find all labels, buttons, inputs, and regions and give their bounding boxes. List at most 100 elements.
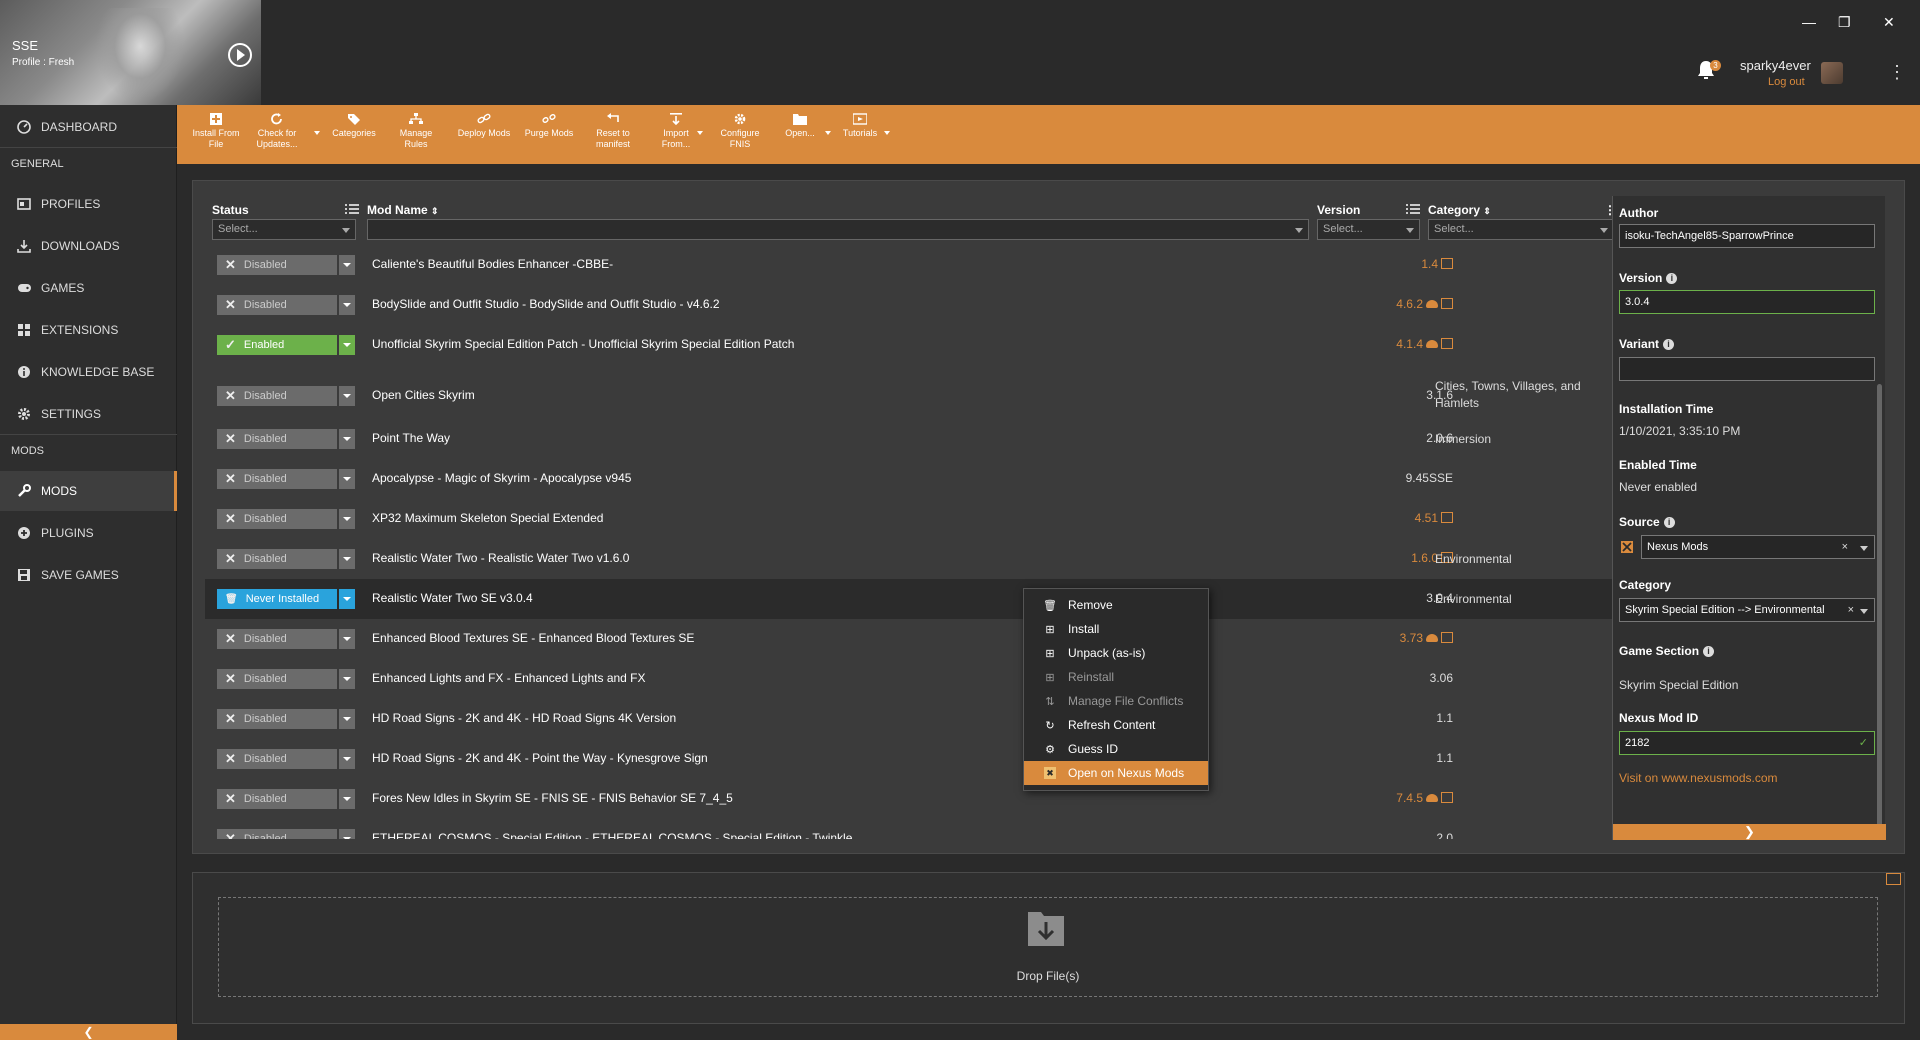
status-dropdown[interactable]: [339, 429, 355, 449]
cloud-upload-icon[interactable]: [1426, 300, 1438, 308]
update-available-icon[interactable]: [1441, 338, 1453, 349]
menu-item-remove[interactable]: 🗑 Remove: [1024, 593, 1208, 617]
status-dropdown[interactable]: [339, 255, 355, 275]
table-row[interactable]: ✓ Enabled Unofficial Skyrim Special Editio…: [209, 325, 1614, 365]
open-button[interactable]: Open...: [778, 113, 822, 139]
status-dropdown[interactable]: [339, 509, 355, 529]
author-field[interactable]: isoku-TechAngel85-SparrowPrince: [1619, 224, 1875, 248]
menu-item-manage-file-conflicts[interactable]: ⇅ Manage File Conflicts: [1024, 689, 1208, 713]
table-row[interactable]: ✕ Disabled ETHEREAL COSMOS - Special Editi…: [209, 819, 1614, 839]
table-row[interactable]: ✕ Disabled HD Road Signs - 2K and 4K - HD …: [209, 699, 1614, 739]
status-dropdown[interactable]: [339, 295, 355, 315]
update-available-icon[interactable]: [1441, 258, 1453, 269]
status-toggle-button[interactable]: ✕ Disabled: [217, 789, 337, 809]
sidebar-item-plugins[interactable]: Plugins: [0, 513, 177, 553]
table-row[interactable]: ✕ Disabled Apocalypse - Magic of Skyrim - …: [209, 459, 1614, 499]
status-dropdown[interactable]: [339, 709, 355, 729]
variant-field[interactable]: [1619, 357, 1875, 381]
purge-mods-button[interactable]: Purge Mods: [522, 113, 576, 139]
table-row[interactable]: ✕ Disabled HD Road Signs - 2K and 4K - Poi…: [209, 739, 1614, 779]
cloud-upload-icon[interactable]: [1426, 794, 1438, 802]
cloud-upload-icon[interactable]: [1426, 634, 1438, 642]
column-menu-icon[interactable]: [1406, 203, 1420, 215]
status-toggle-button[interactable]: ✕ Disabled: [217, 629, 337, 649]
table-row[interactable]: ✕ Disabled Fores New Idles in Skyrim SE - …: [209, 779, 1614, 819]
game-banner[interactable]: SSE Profile : Fresh: [0, 0, 261, 105]
sidebar-item-settings[interactable]: Settings: [0, 394, 177, 434]
status-toggle-button[interactable]: ✕ Disabled: [217, 709, 337, 729]
status-dropdown[interactable]: [339, 335, 355, 355]
sidebar-item-mods[interactable]: Mods: [0, 471, 177, 511]
import-dropdown[interactable]: [697, 131, 703, 135]
chevron-down-icon[interactable]: [1860, 609, 1868, 614]
table-row[interactable]: ✕ Disabled BodySlide and Outfit Studio - B…: [209, 285, 1614, 325]
info-icon[interactable]: i: [1663, 517, 1675, 528]
menu-item-reinstall[interactable]: ⊞ Reinstall: [1024, 665, 1208, 689]
visit-nexus-link[interactable]: Visit on www.nexusmods.com: [1619, 771, 1778, 785]
chevron-down-icon[interactable]: [1860, 546, 1868, 551]
logout-link[interactable]: Log out: [1768, 76, 1805, 88]
column-header-category[interactable]: Category ⇕: [1428, 203, 1491, 217]
deploy-mods-button[interactable]: Deploy Mods: [455, 113, 513, 139]
configure-fnis-button[interactable]: Configure FNIS: [713, 113, 767, 150]
status-toggle-button[interactable]: ✕ Disabled: [217, 295, 337, 315]
menu-item-open-on-nexus-mods[interactable]: ✖ Open on Nexus Mods: [1024, 761, 1208, 785]
cloud-upload-icon[interactable]: [1426, 340, 1438, 348]
category-filter[interactable]: Select...: [1428, 219, 1614, 240]
version-field[interactable]: 3.0.4: [1619, 290, 1875, 314]
status-toggle-button[interactable]: ✓ Enabled: [217, 335, 337, 355]
sidebar-item-games[interactable]: Games: [0, 268, 177, 308]
info-icon[interactable]: i: [1703, 646, 1715, 657]
table-row[interactable]: ✕ Disabled Enhanced Blood Textures SE - En…: [209, 619, 1614, 659]
mod-name-filter[interactable]: [367, 219, 1309, 240]
status-dropdown[interactable]: [339, 629, 355, 649]
table-row[interactable]: ✕ Disabled Point The Way 2.0.6 Immersion: [209, 419, 1614, 459]
details-collapse-button[interactable]: ❯: [1613, 824, 1886, 840]
check-updates-dropdown[interactable]: [314, 131, 320, 135]
status-toggle-button[interactable]: ✕ Disabled: [217, 255, 337, 275]
column-header-version[interactable]: Version: [1317, 203, 1360, 217]
update-available-icon[interactable]: [1441, 512, 1453, 523]
column-header-status[interactable]: Status: [212, 203, 249, 217]
status-toggle-button[interactable]: ✕ Disabled: [217, 509, 337, 529]
status-dropdown[interactable]: [339, 589, 355, 609]
info-icon[interactable]: i: [1663, 339, 1675, 350]
table-row[interactable]: ✕ Disabled Realistic Water Two - Realistic…: [209, 539, 1614, 579]
status-filter[interactable]: Select...: [212, 219, 356, 240]
clear-icon[interactable]: ×: [1842, 541, 1848, 553]
sidebar-item-knowledge-base[interactable]: Knowledge Base: [0, 352, 177, 392]
manage-rules-button[interactable]: Manage Rules: [391, 113, 441, 150]
tutorials-button[interactable]: Tutorials: [838, 113, 882, 139]
menu-item-install[interactable]: ⊞ Install: [1024, 617, 1208, 641]
status-toggle-button[interactable]: ✕ Disabled: [217, 429, 337, 449]
status-toggle-button[interactable]: ✕ Disabled: [217, 829, 337, 839]
sidebar-item-dashboard[interactable]: Dashboard: [0, 107, 177, 147]
menu-item-guess-id[interactable]: ⚙ Guess ID: [1024, 737, 1208, 761]
status-toggle-button[interactable]: ✕ Disabled: [217, 386, 337, 406]
column-header-mod-name[interactable]: Mod Name ⇕: [367, 203, 439, 217]
status-dropdown[interactable]: [339, 749, 355, 769]
categories-button[interactable]: Categories: [329, 113, 379, 139]
status-dropdown[interactable]: [339, 789, 355, 809]
info-icon[interactable]: i: [1666, 273, 1678, 284]
play-icon[interactable]: [228, 43, 252, 67]
mail-icon[interactable]: [1886, 873, 1901, 885]
update-available-icon[interactable]: [1441, 298, 1453, 309]
menu-item-refresh-content[interactable]: ↻ Refresh Content: [1024, 713, 1208, 737]
status-dropdown[interactable]: [339, 469, 355, 489]
category-select[interactable]: Skyrim Special Edition --> Environmental…: [1619, 598, 1875, 622]
sidebar-item-downloads[interactable]: Downloads: [0, 226, 177, 266]
minimize-button[interactable]: —: [1802, 14, 1816, 30]
sidebar-item-profiles[interactable]: Profiles: [0, 184, 177, 224]
sidebar-collapse-button[interactable]: ❮: [0, 1024, 177, 1040]
status-dropdown[interactable]: [339, 386, 355, 406]
update-available-icon[interactable]: [1441, 792, 1453, 803]
status-toggle-button[interactable]: 🗑 Never Installed: [217, 589, 337, 609]
update-available-icon[interactable]: [1441, 632, 1453, 643]
tutorials-dropdown[interactable]: [884, 131, 890, 135]
version-filter[interactable]: Select...: [1317, 219, 1420, 240]
install-from-file-button[interactable]: Install From File: [189, 113, 243, 150]
column-menu-icon[interactable]: [345, 203, 359, 215]
check-updates-button[interactable]: Check for Updates...: [251, 113, 303, 150]
sidebar-item-extensions[interactable]: Extensions: [0, 310, 177, 350]
